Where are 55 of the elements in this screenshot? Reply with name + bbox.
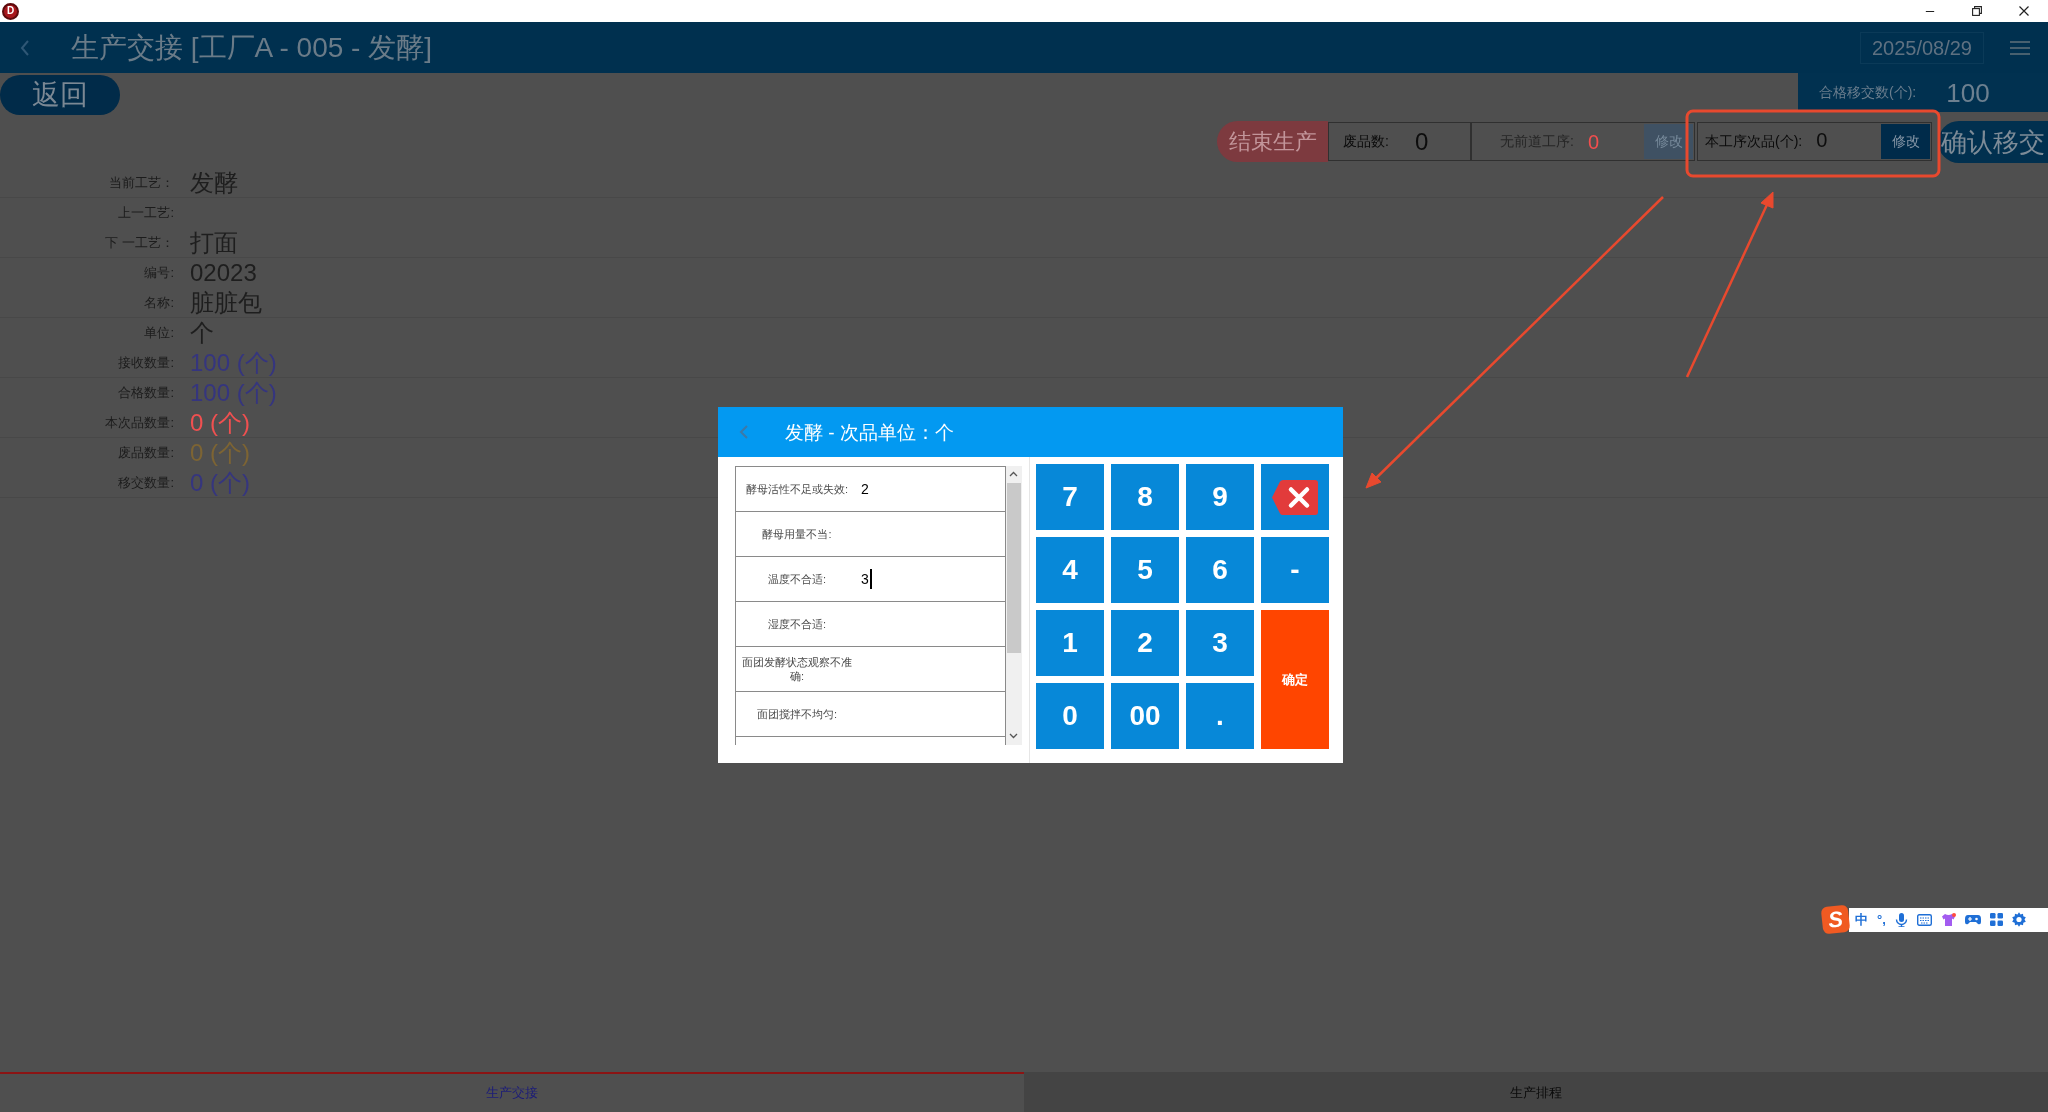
keypad-key[interactable]: 00 (1111, 683, 1179, 749)
defect-label: 酵母用量不当: (761, 527, 833, 541)
count-value: 0 (1587, 131, 1599, 152)
keypad-key[interactable]: 7 (1036, 464, 1104, 530)
defect-label: 温度不合适: (766, 572, 828, 586)
field-value: 0 (个) (190, 407, 250, 438)
scroll-down-icon[interactable] (1009, 733, 1018, 739)
keypad-key[interactable]: 4 (1036, 537, 1104, 603)
summary-label: 合格移交数(个): (1819, 83, 1917, 102)
count-value: 0 (1414, 129, 1429, 154)
punctuation-toggle[interactable]: °, (1877, 913, 1886, 926)
minimize-icon[interactable] (1925, 10, 1935, 12)
confirm-transfer-button[interactable]: 确认移交 (1938, 120, 2048, 163)
end-production-button[interactable]: 结束生产 (1217, 121, 1328, 162)
summary-value: 100 (1946, 79, 1990, 106)
gamepad-icon[interactable] (1964, 914, 1981, 925)
edit-button[interactable]: 修改 (1881, 124, 1930, 159)
back-button[interactable]: 返回 (0, 75, 120, 115)
keypad-key[interactable]: 3 (1186, 610, 1254, 676)
close-icon[interactable] (2019, 6, 2029, 16)
scroll-up-icon[interactable] (1009, 471, 1018, 477)
defect-label: 湿度不合适: (766, 617, 828, 631)
keypad-key[interactable]: 6 (1186, 537, 1254, 603)
app-logo: D (2, 2, 19, 20)
backspace-icon (1271, 478, 1319, 516)
keypad-key[interactable]: 2 (1111, 610, 1179, 676)
keypad-key[interactable]: . (1186, 683, 1254, 749)
confirm-key[interactable]: 确定 (1261, 610, 1329, 749)
defect-label: 酵母活性不足或失效: (744, 482, 850, 496)
apps-grid-icon[interactable] (1989, 913, 2003, 926)
keypad-key[interactable]: - (1261, 537, 1329, 603)
settings-icon[interactable] (2011, 912, 2026, 927)
date-display: 2025/08/29 (1859, 31, 1984, 64)
scrollbar-thumb[interactable] (1007, 483, 1021, 653)
quantity-field[interactable]: 2 (858, 467, 1005, 511)
count-label: 本工序次品(个): (1705, 132, 1803, 151)
restore-icon[interactable] (1972, 6, 1982, 16)
dialog-title: 发酵 - 次品单位：个 (785, 422, 954, 442)
keypad-key[interactable]: 1 (1036, 610, 1104, 676)
page-title: 生产交接 [工厂A - 005 - 发酵] (71, 33, 432, 62)
defect-label: 面团搅拌不均匀: (755, 707, 839, 721)
quantity-field[interactable]: 3 (858, 557, 1005, 601)
keyboard-icon[interactable] (1916, 913, 1932, 926)
keypad-key[interactable]: 9 (1186, 464, 1254, 530)
count-value: 0 (1816, 129, 1828, 150)
keypad-key[interactable]: 0 (1036, 683, 1104, 749)
count-label: 废品数: (1343, 132, 1389, 151)
backspace-button[interactable] (1261, 464, 1329, 530)
defect-label: 面团发酵状态观察不准确: (741, 655, 853, 683)
keypad-key[interactable]: 8 (1111, 464, 1179, 530)
microphone-icon[interactable] (1894, 912, 1908, 927)
ime-logo[interactable]: S (1820, 904, 1851, 935)
shirt-icon[interactable] (1940, 913, 1956, 926)
keypad-key[interactable]: 5 (1111, 537, 1179, 603)
input-mode-toggle[interactable]: 中 (1855, 913, 1868, 926)
